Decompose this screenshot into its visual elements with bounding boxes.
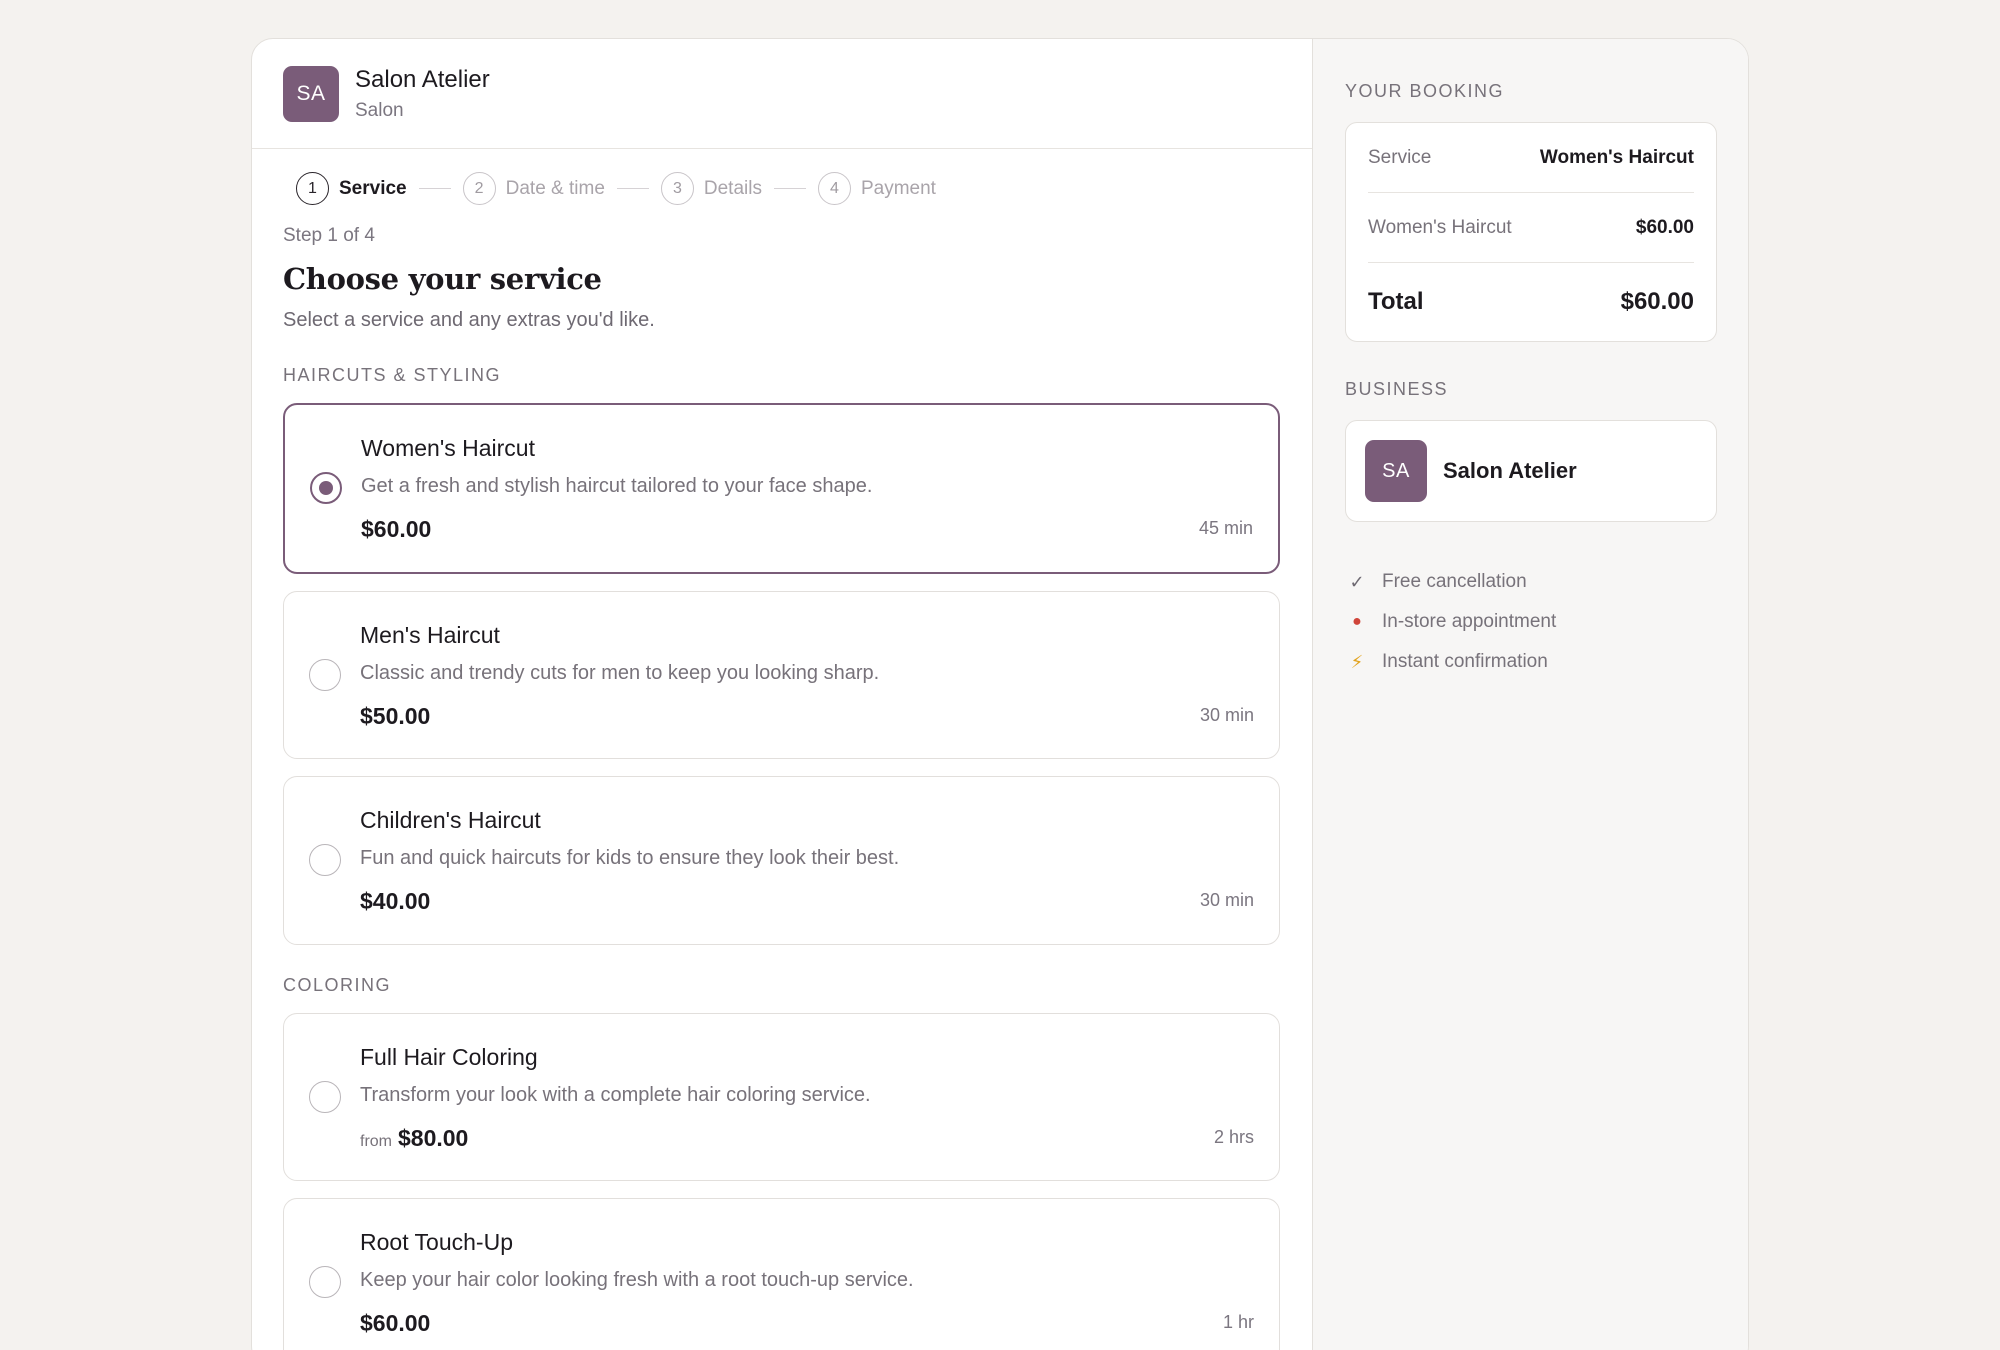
radio-unselected[interactable] [309, 659, 341, 691]
business-name: Salon Atelier [355, 65, 490, 93]
business-header: SA Salon Atelier Salon [252, 39, 1312, 149]
main-panel: SA Salon Atelier Salon 1 Service 2 Date … [252, 39, 1313, 1350]
step-number: 2 [462, 172, 496, 205]
summary-row-line-item: Women's Haircut $60.00 [1368, 193, 1694, 263]
service-card-root-touch-up[interactable]: Root Touch-Up Keep your hair color looki… [283, 1198, 1280, 1350]
radio-selected[interactable] [310, 472, 342, 504]
section-label-haircuts: HAIRCUTS & STYLING [283, 365, 502, 385]
summary-row-total: Total $60.00 [1368, 263, 1694, 341]
service-price: $80.00 [398, 1125, 469, 1151]
service-name: Women's Haircut [361, 435, 535, 461]
feature-in-store: ● In-store appointment [1345, 602, 1717, 642]
step-date-time[interactable]: 2 Date & time [462, 172, 605, 205]
business-type: Salon [355, 99, 404, 121]
summary-row-service: Service Women's Haircut [1368, 123, 1694, 193]
service-card-mens-haircut[interactable]: Men's Haircut Classic and trendy cuts fo… [283, 591, 1280, 759]
progress-stepper: 1 Service 2 Date & time 3 Details 4 Paym… [252, 172, 1312, 205]
page-subtitle: Select a service and any extras you'd li… [283, 309, 655, 331]
total-value: $60.00 [1620, 288, 1694, 315]
step-details[interactable]: 3 Details [660, 172, 762, 205]
check-icon: ✓ [1349, 571, 1365, 592]
service-duration: 45 min [1198, 518, 1253, 538]
service-duration: 30 min [1199, 705, 1254, 725]
step-number: 1 [296, 172, 329, 205]
service-card-full-hair-coloring[interactable]: Full Hair Coloring Transform your look w… [283, 1013, 1280, 1181]
step-count: Step 1 of 4 [283, 225, 375, 246]
feature-list: ✓ Free cancellation ● In-store appointme… [1345, 562, 1717, 682]
service-name: Children's Haircut [360, 807, 541, 833]
summary-value: Women's Haircut [1539, 146, 1694, 168]
radio-unselected[interactable] [309, 844, 341, 876]
summary-key: Women's Haircut [1368, 216, 1512, 238]
section-label-coloring: COLORING [283, 975, 392, 995]
step-service[interactable]: 1 Service [296, 172, 407, 205]
radio-unselected[interactable] [309, 1266, 341, 1298]
feature-label: Instant confirmation [1382, 651, 1548, 672]
service-duration: 1 hr [1222, 1312, 1254, 1332]
service-card-childrens-haircut[interactable]: Children's Haircut Fun and quick haircut… [283, 776, 1280, 945]
total-label: Total [1368, 288, 1424, 315]
step-number: 4 [817, 172, 851, 205]
your-booking-heading: YOUR BOOKING [1345, 81, 1505, 101]
feature-free-cancellation: ✓ Free cancellation [1345, 562, 1717, 602]
feature-label: Free cancellation [1382, 571, 1527, 592]
service-price: $60.00 [361, 516, 432, 542]
step-label: Details [703, 177, 762, 199]
page-title: Choose your service [283, 262, 602, 296]
service-card-womens-haircut[interactable]: Women's Haircut Get a fresh and stylish … [283, 403, 1280, 574]
location-pin-icon: ● [1352, 613, 1362, 630]
step-label: Service [339, 177, 407, 199]
service-name: Men's Haircut [360, 622, 500, 648]
service-price-row: from $80.00 [360, 1125, 1279, 1152]
service-duration: 30 min [1199, 890, 1254, 910]
service-description: Transform your look with a complete hair… [360, 1084, 871, 1106]
service-name: Full Hair Coloring [360, 1044, 538, 1070]
business-heading: BUSINESS [1345, 379, 1449, 399]
booking-summary-card: Service Women's Haircut Women's Haircut … [1345, 122, 1717, 342]
step-number: 3 [660, 172, 694, 205]
business-avatar: SA [1365, 440, 1427, 502]
service-description: Get a fresh and stylish haircut tailored… [361, 475, 873, 497]
business-name: Salon Atelier [1443, 458, 1577, 483]
radio-unselected[interactable] [309, 1081, 341, 1113]
price-prefix: from [360, 1133, 392, 1150]
business-card: SA Salon Atelier [1345, 420, 1717, 522]
business-avatar: SA [283, 65, 339, 122]
step-label: Date & time [505, 177, 605, 199]
service-description: Fun and quick haircuts for kids to ensur… [360, 847, 900, 869]
step-label: Payment [860, 177, 936, 199]
step-divider [418, 187, 451, 190]
step-divider [616, 187, 649, 190]
lightning-icon: ⚡ [1350, 651, 1364, 672]
service-description: Classic and trendy cuts for men to keep … [360, 662, 880, 684]
booking-window: SA Salon Atelier Salon 1 Service 2 Date … [251, 38, 1749, 1350]
feature-label: In-store appointment [1382, 611, 1557, 632]
step-payment[interactable]: 4 Payment [817, 172, 936, 205]
service-name: Root Touch-Up [360, 1229, 513, 1255]
service-price: $50.00 [360, 703, 431, 729]
service-price: $40.00 [360, 888, 431, 914]
service-description: Keep your hair color looking fresh with … [360, 1269, 914, 1291]
summary-key: Service [1368, 146, 1432, 168]
service-price: $60.00 [360, 1310, 431, 1336]
step-divider [773, 187, 806, 190]
service-duration: 2 hrs [1213, 1127, 1254, 1147]
summary-value: $60.00 [1635, 216, 1694, 238]
feature-instant-confirmation: ⚡ Instant confirmation [1345, 642, 1717, 682]
booking-summary-panel: YOUR BOOKING Service Women's Haircut Wom… [1313, 39, 1748, 1350]
